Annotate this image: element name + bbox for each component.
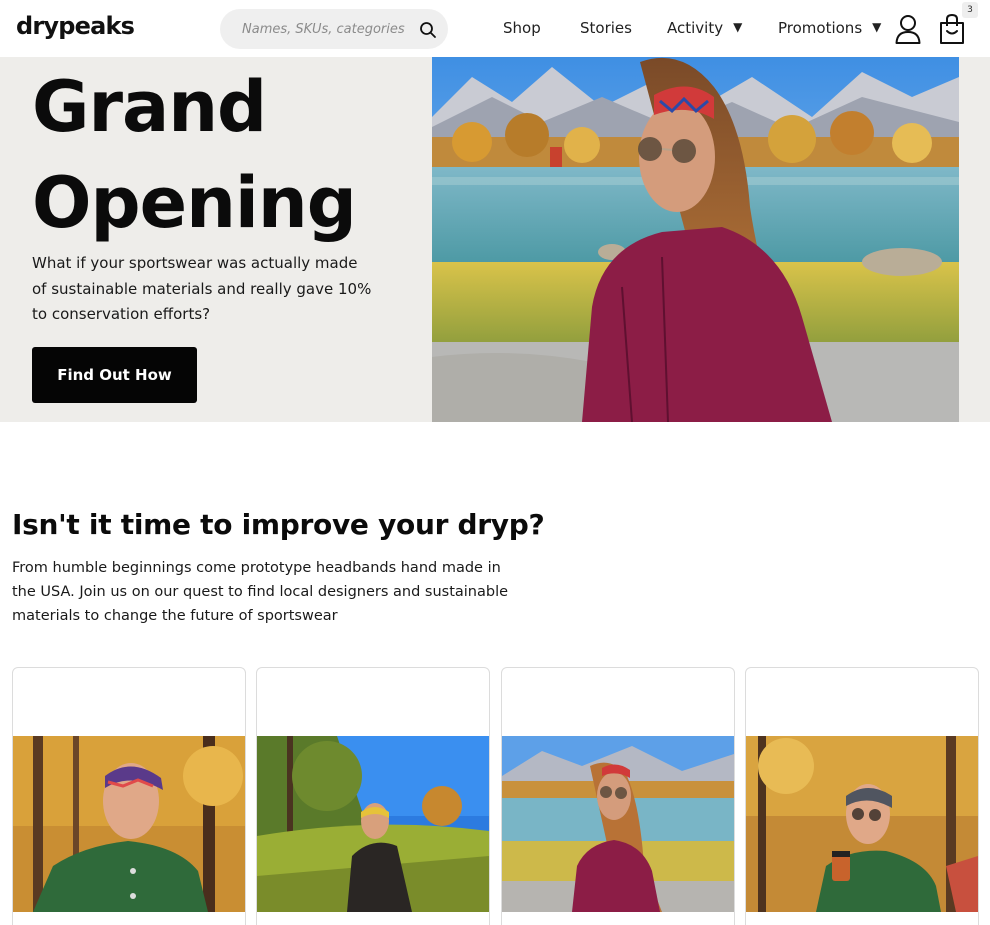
product-photo-woman-in-park <box>257 736 489 912</box>
hero-title-line1: Grand <box>32 66 267 148</box>
brand-logo[interactable]: drypeaks <box>16 12 135 40</box>
product-card[interactable] <box>501 667 735 925</box>
nav-activity[interactable]: Activity ▼ <box>667 19 742 37</box>
search-input[interactable] <box>242 17 406 41</box>
hero-title: Grand Opening <box>32 59 357 251</box>
caret-down-icon: ▼ <box>872 20 882 34</box>
product-card[interactable] <box>256 667 490 925</box>
shopping-bag-icon[interactable] <box>938 13 966 45</box>
nav-shop[interactable]: Shop <box>503 19 541 37</box>
hero-section: Grand Opening What if your sportswear wa… <box>0 57 990 422</box>
caret-down-icon: ▼ <box>733 20 743 34</box>
cart-count-badge: 3 <box>962 2 978 18</box>
section-title: Isn't it time to improve your dryp? <box>12 508 545 541</box>
section-description: From humble beginnings come prototype he… <box>12 560 509 624</box>
nav-activity-label: Activity <box>667 19 724 37</box>
nav-shop-label: Shop <box>503 19 541 37</box>
nav-promotions-label: Promotions <box>778 19 863 37</box>
product-photo-woman-with-cup <box>746 736 978 912</box>
product-card[interactable] <box>745 667 979 925</box>
hero-photo-woman-by-lake <box>432 57 959 422</box>
search-icon[interactable] <box>418 20 438 40</box>
nav-stories-label: Stories <box>580 19 632 37</box>
site-header: drypeaks Shop Stories Activity ▼ Promotio… <box>0 0 990 57</box>
product-photo-woman-by-lake <box>502 736 734 912</box>
product-photo-woman-green-jacket <box>13 736 245 912</box>
search-bar <box>220 9 448 49</box>
hero-description: What if your sportswear was actually mad… <box>32 254 372 323</box>
find-out-how-button[interactable]: Find Out How <box>32 347 197 403</box>
nav-stories[interactable]: Stories <box>580 19 632 37</box>
hero-title-line2: Opening <box>32 162 357 244</box>
product-card[interactable] <box>12 667 246 925</box>
nav-promotions[interactable]: Promotions ▼ <box>778 19 881 37</box>
user-icon[interactable] <box>894 13 922 45</box>
